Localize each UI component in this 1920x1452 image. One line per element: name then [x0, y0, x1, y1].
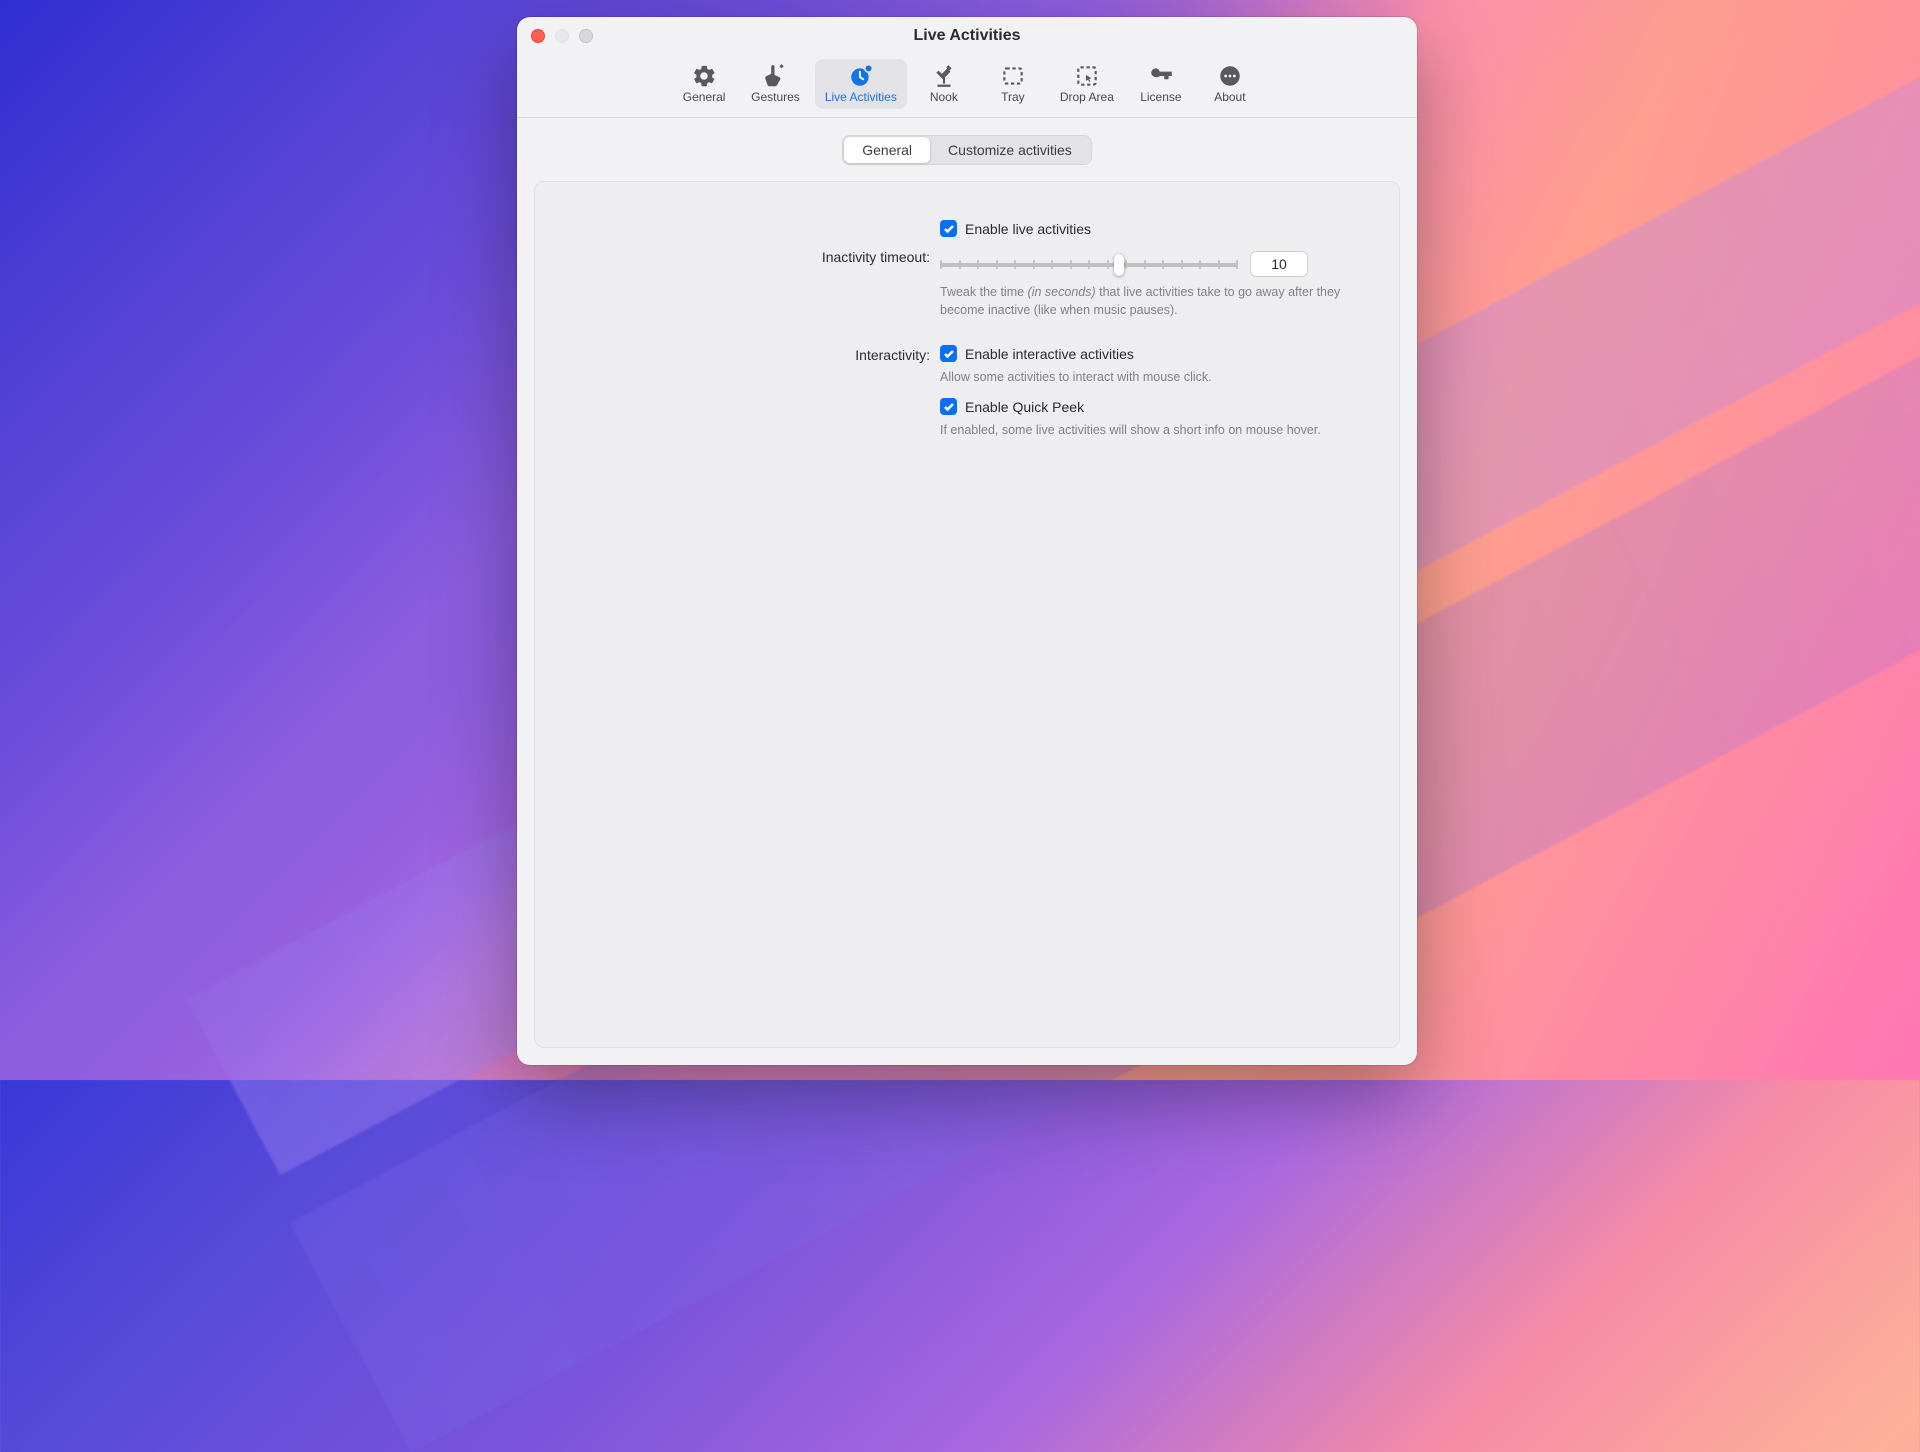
tab-label: About	[1214, 90, 1245, 104]
ellipsis-circle-icon	[1217, 65, 1243, 87]
titlebar: Live Activities	[517, 17, 1417, 55]
tray-icon	[1000, 65, 1026, 87]
segment-customize[interactable]: Customize activities	[930, 137, 1090, 163]
checkbox-label: Enable Quick Peek	[965, 399, 1084, 415]
enable-quick-peek-checkbox[interactable]: Enable Quick Peek	[940, 398, 1369, 415]
gear-icon	[691, 65, 717, 87]
sub-tab-segment: General Customize activities	[842, 135, 1092, 165]
enable-live-activities-checkbox[interactable]: Enable live activities	[940, 220, 1369, 237]
clock-badge-icon	[848, 65, 874, 87]
interactivity-section-label: Interactivity:	[565, 345, 940, 363]
checkbox-label: Enable live activities	[965, 221, 1091, 237]
checkbox-checked-icon	[940, 345, 957, 362]
settings-panel: Enable live activities Inactivity timeou…	[534, 181, 1400, 1048]
inactivity-timeout-input[interactable]	[1250, 251, 1308, 277]
tab-label: Tray	[1001, 90, 1025, 104]
close-button[interactable]	[531, 29, 545, 43]
checkbox-label: Enable interactive activities	[965, 346, 1134, 362]
lamp-icon	[931, 65, 957, 87]
hand-tap-icon	[762, 65, 788, 87]
tab-license[interactable]: License	[1129, 59, 1193, 109]
tab-tray[interactable]: Tray	[981, 59, 1045, 109]
enable-interactive-checkbox[interactable]: Enable interactive activities	[940, 345, 1369, 362]
tab-drop-area[interactable]: Drop Area	[1050, 59, 1124, 109]
tab-label: Drop Area	[1060, 90, 1114, 104]
checkbox-checked-icon	[940, 398, 957, 415]
maximize-button[interactable]	[579, 29, 593, 43]
tab-nook[interactable]: Nook	[912, 59, 976, 109]
tab-gestures[interactable]: Gestures	[741, 59, 810, 109]
drop-area-icon	[1074, 65, 1100, 87]
traffic-lights	[531, 29, 593, 43]
tab-general[interactable]: General	[672, 59, 736, 109]
tab-about[interactable]: About	[1198, 59, 1262, 109]
tab-label: Live Activities	[825, 90, 897, 104]
tab-label: General	[683, 90, 726, 104]
quick-peek-help: If enabled, some live activities will sh…	[940, 421, 1369, 439]
inactivity-timeout-label: Inactivity timeout:	[565, 247, 940, 265]
inactivity-timeout-help: Tweak the time (in seconds) that live ac…	[940, 283, 1369, 319]
tab-live-activities[interactable]: Live Activities	[815, 59, 907, 109]
tab-label: Nook	[930, 90, 958, 104]
inactivity-timeout-slider[interactable]	[940, 254, 1238, 274]
segment-general[interactable]: General	[844, 137, 930, 163]
interactive-help: Allow some activities to interact with m…	[940, 368, 1369, 386]
key-icon	[1148, 65, 1174, 87]
checkbox-checked-icon	[940, 220, 957, 237]
minimize-button[interactable]	[555, 29, 569, 43]
tab-label: License	[1140, 90, 1181, 104]
preferences-window: Live Activities General Gestures Live Ac…	[517, 17, 1417, 1065]
preferences-toolbar: General Gestures Live Activities Nook Tr…	[517, 55, 1417, 118]
window-title: Live Activities	[517, 27, 1417, 45]
tab-label: Gestures	[751, 90, 800, 104]
